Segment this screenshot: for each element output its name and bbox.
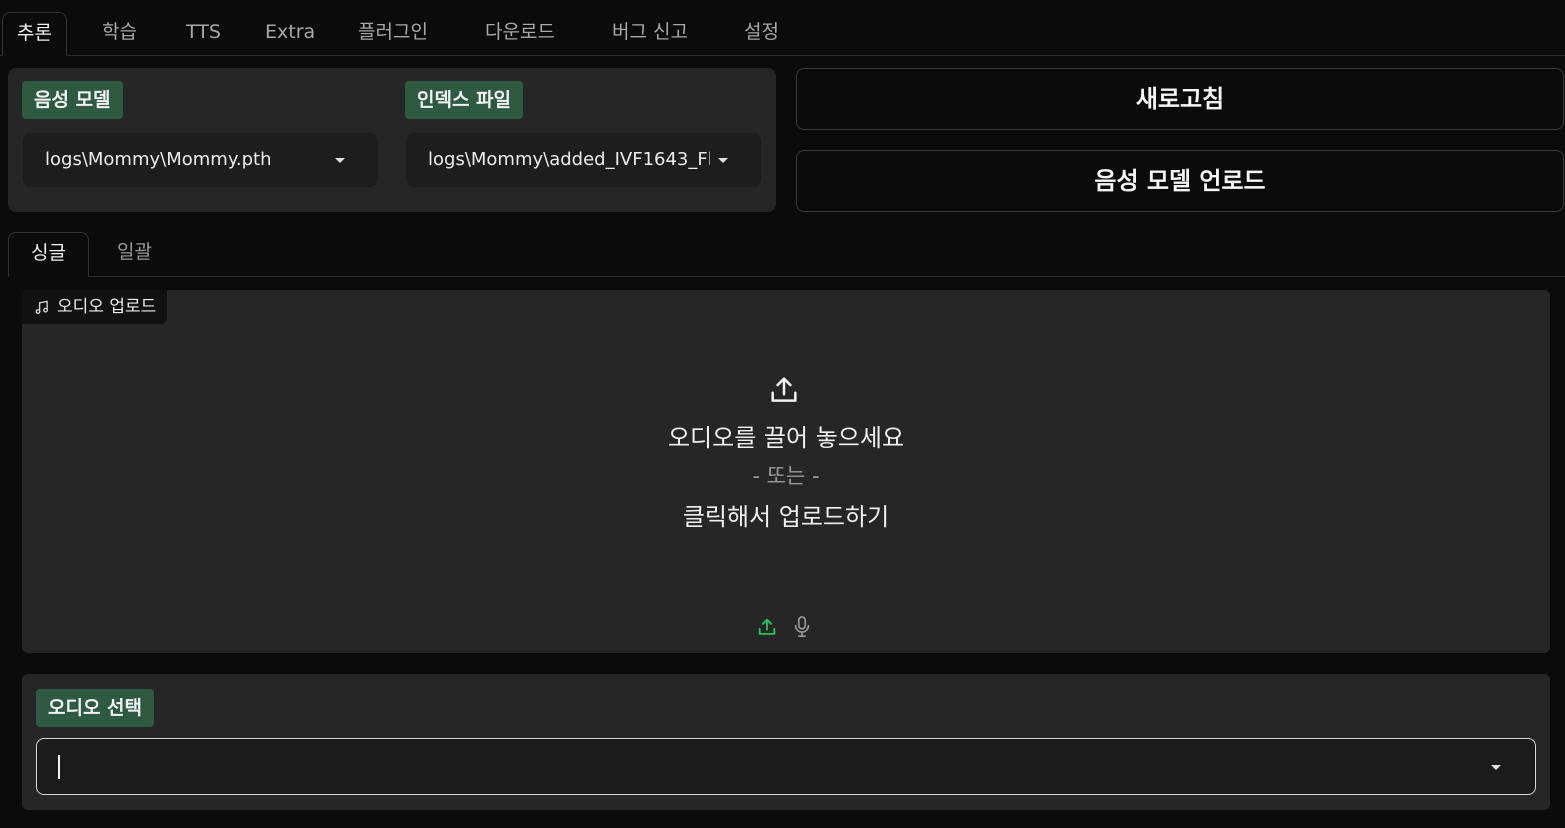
model-selection-panel: 음성 모델 logs\Mommy\Mommy.pth 인덱스 파일 logs\M… xyxy=(8,68,776,212)
music-note-icon xyxy=(35,300,48,314)
audio-upload-label-text: 오디오 업로드 xyxy=(57,297,157,317)
tab-training[interactable]: 학습 xyxy=(88,12,151,54)
index-file-label: 인덱스 파일 xyxy=(405,81,524,119)
unload-model-button[interactable]: 음성 모델 언로드 xyxy=(796,150,1564,212)
chevron-down-icon xyxy=(718,158,728,163)
microphone-icon[interactable] xyxy=(791,615,813,639)
refresh-button[interactable]: 새로고침 xyxy=(796,68,1564,130)
tab-batch[interactable]: 일괄 xyxy=(95,232,174,276)
tab-single[interactable]: 싱글 xyxy=(8,232,89,277)
tab-inference[interactable]: 추론 xyxy=(2,12,67,56)
audio-upload-dropzone[interactable]: 오디오 업로드 오디오를 끌어 놓으세요 - 또는 - 클릭해서 업로드하기 xyxy=(22,290,1550,653)
upload-icon xyxy=(771,377,797,402)
tab-plugins[interactable]: 플러그인 xyxy=(344,12,442,54)
tab-extra[interactable]: Extra xyxy=(251,12,329,54)
audio-select-input[interactable] xyxy=(36,738,1536,795)
index-file-dropdown[interactable]: logs\Mommy\added_IVF1643_Flat_nprobe_1_M… xyxy=(406,133,761,187)
voice-model-dropdown[interactable]: logs\Mommy\Mommy.pth xyxy=(23,133,378,187)
audio-select-label: 오디오 선택 xyxy=(36,689,155,727)
index-file-value: logs\Mommy\added_IVF1643_Flat_nprobe_1_M… xyxy=(428,149,710,170)
audio-select-panel: 오디오 선택 xyxy=(22,674,1550,810)
click-to-upload-text[interactable]: 클릭해서 업로드하기 xyxy=(22,497,1550,532)
text-cursor xyxy=(58,755,60,779)
tab-tts[interactable]: TTS xyxy=(172,12,235,54)
upload-source-icon[interactable] xyxy=(756,616,778,638)
tab-report-bug[interactable]: 버그 신고 xyxy=(598,12,702,54)
voice-model-value: logs\Mommy\Mommy.pth xyxy=(45,149,272,170)
or-separator-text: - 또는 - xyxy=(752,464,820,488)
tab-download[interactable]: 다운로드 xyxy=(471,12,569,54)
tab-settings[interactable]: 설정 xyxy=(730,12,793,54)
chevron-down-icon[interactable] xyxy=(1491,765,1501,770)
drop-audio-text: 오디오를 끌어 놓으세요 xyxy=(667,424,905,452)
mode-tab-bar: 싱글 일괄 xyxy=(8,232,1565,277)
voice-model-label: 음성 모델 xyxy=(22,81,123,119)
audio-upload-label: 오디오 업로드 xyxy=(22,290,168,324)
main-tab-bar: 추론 학습 TTS Extra 플러그인 다운로드 버그 신고 설정 xyxy=(0,0,1565,56)
chevron-down-icon xyxy=(335,158,345,163)
